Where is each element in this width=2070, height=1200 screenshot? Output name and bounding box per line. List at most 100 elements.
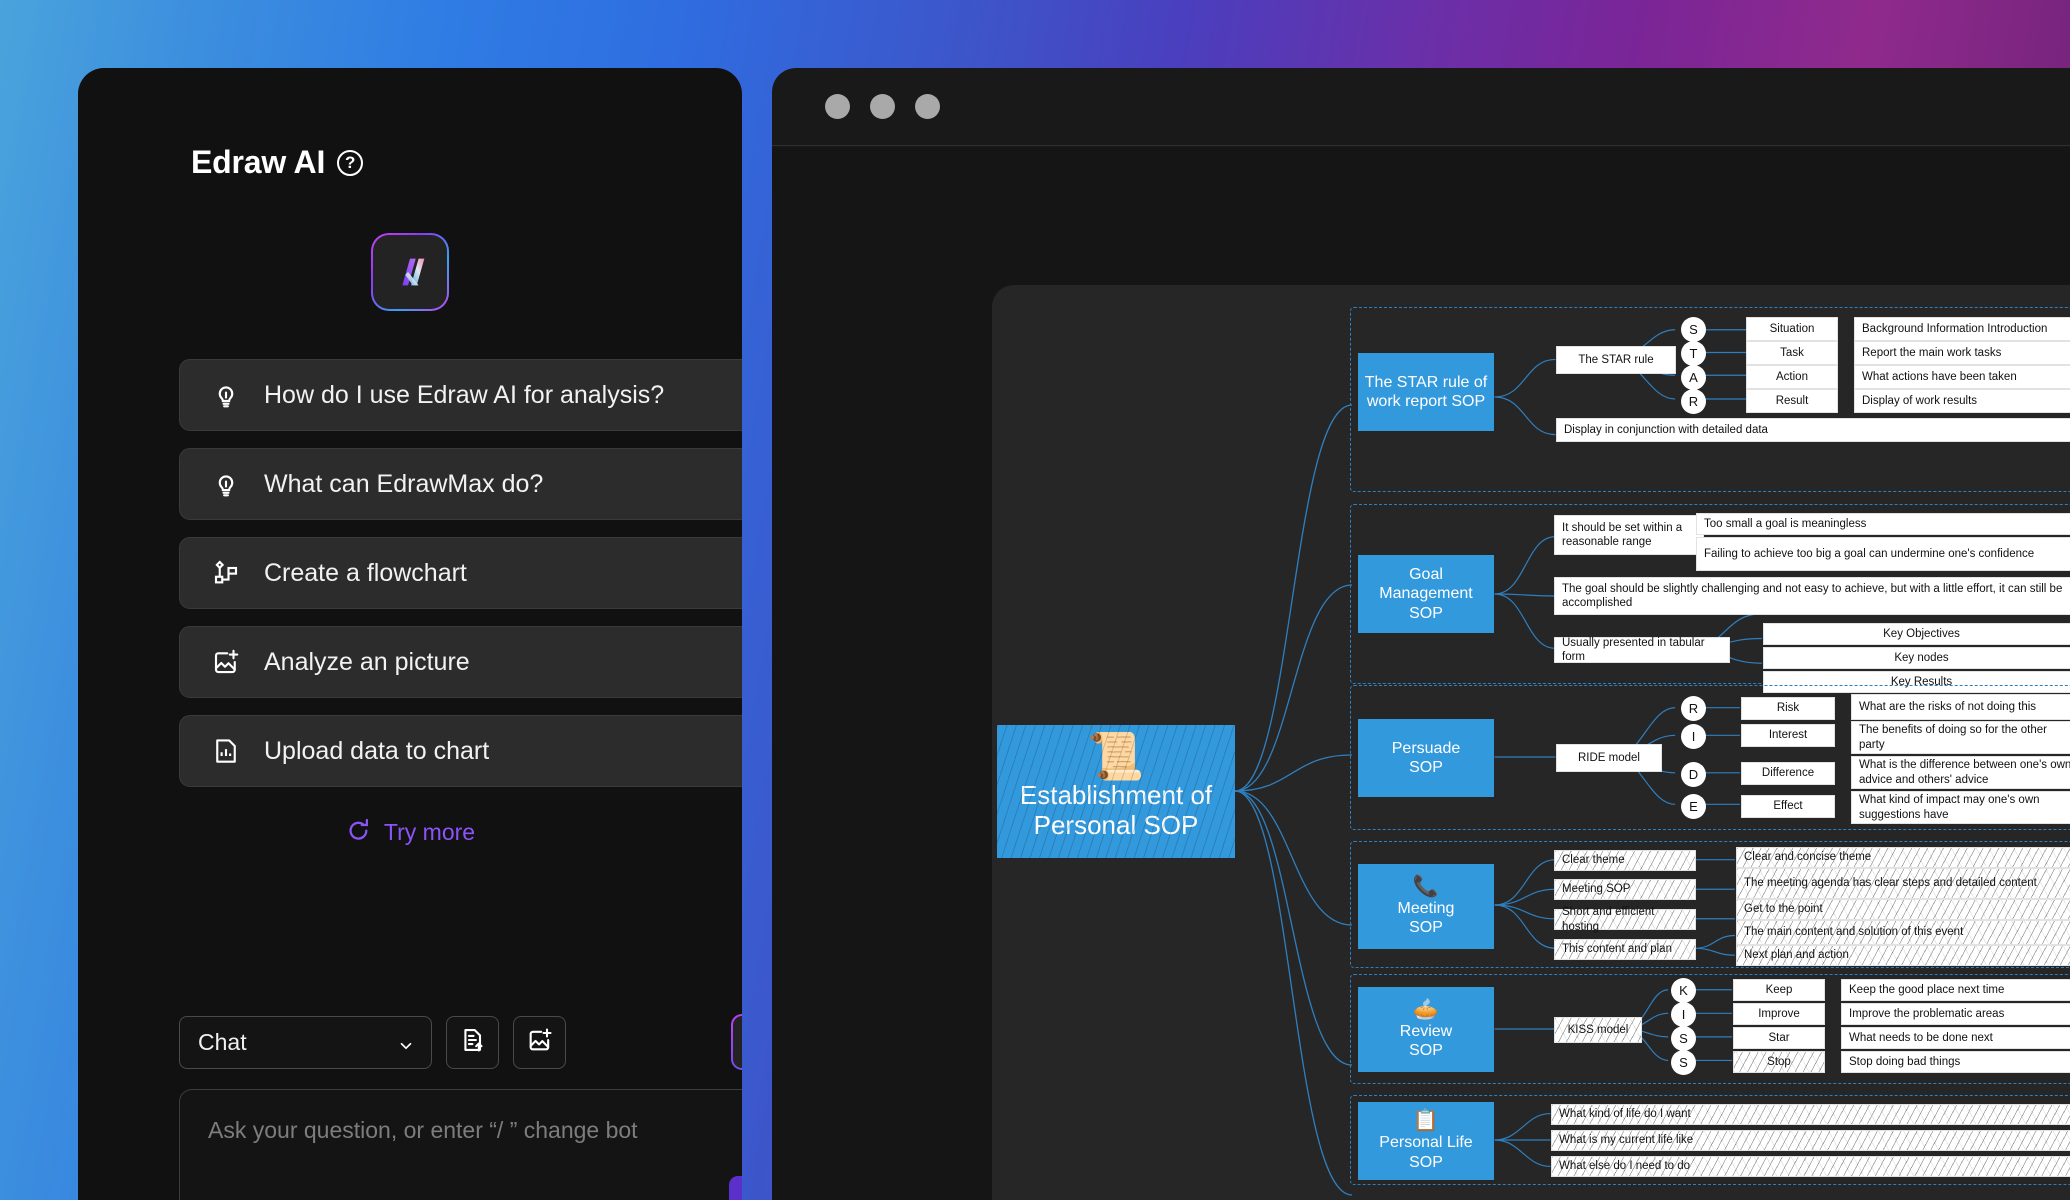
mid-action[interactable]: Action xyxy=(1746,365,1838,389)
leaf-meeting-agenda[interactable]: The meeting agenda has clear steps and d… xyxy=(1736,868,2070,899)
letter-i: I xyxy=(1671,1002,1696,1027)
mid-situation[interactable]: Situation xyxy=(1746,317,1838,341)
leaf-get-to-point[interactable]: Get to the point xyxy=(1736,899,2070,920)
image-plus-icon xyxy=(526,1026,554,1059)
clear-chat-button[interactable] xyxy=(731,1014,742,1070)
leaf-key-objectives[interactable]: Key Objectives xyxy=(1763,623,2070,645)
leaf-next-done[interactable]: What needs to be done next xyxy=(1841,1027,2070,1049)
letter-r: R xyxy=(1681,696,1706,721)
leaf-what-life-want[interactable]: What kind of life do I want xyxy=(1551,1104,2070,1125)
leaf-what-else[interactable]: What else do I need to do xyxy=(1551,1156,2070,1177)
leaf-concise-theme[interactable]: Clear and concise theme xyxy=(1736,847,2070,868)
suggestion-list: How do I use Edraw AI for analysis? What… xyxy=(179,359,742,787)
suggestion-label: Create a flowchart xyxy=(264,558,467,587)
leaf-main-content[interactable]: The main content and solution of this ev… xyxy=(1736,920,2070,945)
letter-i: I xyxy=(1681,724,1706,749)
suggestion-label: What can EdrawMax do? xyxy=(264,469,544,498)
letter-k: K xyxy=(1671,978,1696,1003)
mid-interest[interactable]: Interest xyxy=(1741,724,1835,747)
maximize-dot[interactable] xyxy=(915,94,940,119)
lightbulb-icon xyxy=(211,469,241,499)
letter-d: D xyxy=(1681,762,1706,787)
leaf-difference[interactable]: What is the difference between one's own… xyxy=(1851,756,2070,789)
leaf-detailed-data[interactable]: Display in conjunction with detailed dat… xyxy=(1556,418,2070,442)
leaf-impact[interactable]: What kind of impact may one's own sugges… xyxy=(1851,791,2070,824)
close-dot[interactable] xyxy=(825,94,850,119)
upload-document-button[interactable] xyxy=(446,1016,499,1069)
send-button[interactable] xyxy=(729,1176,742,1200)
suggestion-item-edrawmax[interactable]: What can EdrawMax do? xyxy=(179,448,742,520)
leaf-key-nodes[interactable]: Key nodes xyxy=(1763,647,2070,669)
mid-keep[interactable]: Keep xyxy=(1733,979,1825,1001)
branch-star-rule: The STAR rule of work report SOP The STA… xyxy=(1350,307,2070,492)
composer-toolbar: Chat xyxy=(179,1016,566,1069)
mid-risk[interactable]: Risk xyxy=(1741,697,1835,720)
branch-node-personal-life[interactable]: 📋 Personal Life SOP xyxy=(1358,1102,1494,1180)
try-more-button[interactable]: Try more xyxy=(345,816,475,849)
branch-node-star[interactable]: The STAR rule of work report SOP xyxy=(1358,353,1494,431)
mid-result[interactable]: Result xyxy=(1746,389,1838,413)
flowchart-icon xyxy=(211,558,241,588)
leaf-report-tasks[interactable]: Report the main work tasks xyxy=(1854,341,2070,365)
leaf-background-info[interactable]: Background Information Introduction xyxy=(1854,317,2070,341)
mid-meeting-sop[interactable]: Meeting SOP xyxy=(1554,879,1696,900)
suggestion-item-analysis[interactable]: How do I use Edraw AI for analysis? xyxy=(179,359,742,431)
branch-node-label: Review SOP xyxy=(1399,1022,1453,1059)
leaf-improve-areas[interactable]: Improve the problematic areas xyxy=(1841,1003,2070,1025)
page-title: Edraw AI xyxy=(191,144,326,180)
branch-node-goal[interactable]: Goal Management SOP xyxy=(1358,555,1494,633)
leaf-work-results[interactable]: Display of work results xyxy=(1854,389,2070,413)
letter-r: R xyxy=(1681,389,1706,414)
leaf-current-life[interactable]: What is my current life like xyxy=(1551,1130,2070,1151)
chevron-down-icon xyxy=(397,1034,415,1052)
leaf-benefits[interactable]: The benefits of doing so for the other p… xyxy=(1851,721,2070,754)
letter-e: E xyxy=(1681,794,1706,819)
mid-difference[interactable]: Difference xyxy=(1741,762,1835,785)
upload-image-button[interactable] xyxy=(513,1016,566,1069)
question-circle-icon[interactable]: ? xyxy=(337,149,364,176)
mid-content-plan[interactable]: This content and plan xyxy=(1554,939,1696,960)
mid-tabular-form[interactable]: Usually presented in tabular form xyxy=(1554,637,1730,663)
mid-stop[interactable]: Stop xyxy=(1733,1051,1825,1073)
leaf-actions-taken[interactable]: What actions have been taken xyxy=(1854,365,2070,389)
branch-review: 🥧 Review SOP KISS model K I S S Keep Imp… xyxy=(1350,974,2070,1084)
mid-effect[interactable]: Effect xyxy=(1741,795,1835,818)
diagram-canvas[interactable]: 📜 Establishment of Personal SOP The STAR… xyxy=(772,147,2070,1200)
edraw-ai-sidebar: Edraw AI ? How do I use Edraw AI for ana… xyxy=(78,68,742,1200)
mid-improve[interactable]: Improve xyxy=(1733,1003,1825,1025)
mid-short-hosting[interactable]: Short and efficient hosting xyxy=(1554,906,1696,933)
letter-s-2: S xyxy=(1671,1050,1696,1075)
lightbulb-icon xyxy=(211,380,241,410)
model-label-kiss[interactable]: KISS model xyxy=(1554,1017,1642,1043)
mid-slightly-challenging[interactable]: The goal should be slightly challenging … xyxy=(1554,577,2070,615)
branch-node-label: Personal Life SOP xyxy=(1379,1134,1473,1171)
letter-s: S xyxy=(1671,1026,1696,1051)
suggestion-item-upload-data[interactable]: Upload data to chart xyxy=(179,715,742,787)
leaf-stop-bad[interactable]: Stop doing bad things xyxy=(1841,1051,2070,1073)
mid-task[interactable]: Task xyxy=(1746,341,1838,365)
leaf-too-big-goal[interactable]: Failing to achieve too big a goal can un… xyxy=(1696,537,2070,571)
chat-input-box[interactable]: Ask your question, or enter “/ ” change … xyxy=(179,1089,742,1200)
leaf-too-small-goal[interactable]: Too small a goal is meaningless xyxy=(1696,513,2070,535)
model-label-star[interactable]: The STAR rule xyxy=(1556,346,1676,374)
mid-reasonable-range[interactable]: It should be set within a reasonable ran… xyxy=(1554,515,1704,555)
branch-node-review[interactable]: 🥧 Review SOP xyxy=(1358,987,1494,1072)
mid-star[interactable]: Star xyxy=(1733,1027,1825,1049)
leaf-keep-good[interactable]: Keep the good place next time xyxy=(1841,979,2070,1001)
leaf-next-plan[interactable]: Next plan and action xyxy=(1736,945,2070,966)
mid-clear-theme[interactable]: Clear theme xyxy=(1554,850,1696,871)
chart-file-icon xyxy=(211,736,241,766)
branch-node-label: Meeting SOP xyxy=(1397,899,1455,936)
letter-a: A xyxy=(1681,365,1706,390)
sidebar-header: Edraw AI ? xyxy=(191,144,364,181)
mindmap-root-node[interactable]: 📜 Establishment of Personal SOP xyxy=(997,725,1235,858)
branch-node-persuade[interactable]: Persuade SOP xyxy=(1358,719,1494,797)
mode-select[interactable]: Chat xyxy=(179,1016,432,1069)
model-label-ride[interactable]: RIDE model xyxy=(1556,744,1662,772)
branch-node-meeting[interactable]: 📞 Meeting SOP xyxy=(1358,864,1494,949)
minimize-dot[interactable] xyxy=(870,94,895,119)
suggestion-item-analyze-picture[interactable]: Analyze an picture xyxy=(179,626,742,698)
suggestion-item-flowchart[interactable]: Create a flowchart xyxy=(179,537,742,609)
leaf-risks[interactable]: What are the risks of not doing this xyxy=(1851,694,2070,720)
suggestion-label: Analyze an picture xyxy=(264,647,470,676)
